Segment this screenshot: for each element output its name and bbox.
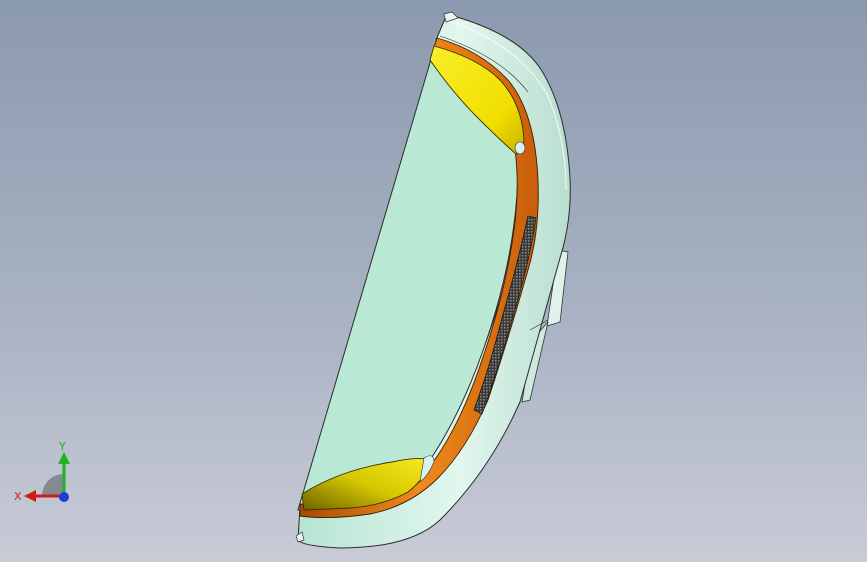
triad-plane [42, 474, 64, 496]
orientation-triad: Y X [14, 440, 70, 503]
y-axis-arrow-icon [58, 452, 70, 464]
x-axis-arrow-icon [24, 490, 36, 502]
cad-model[interactable] [0, 0, 867, 562]
y-axis-label: Y [58, 440, 66, 453]
x-axis-label: X [14, 490, 22, 503]
3d-viewport[interactable]: Y X [0, 0, 867, 562]
z-axis-dot [59, 492, 69, 502]
